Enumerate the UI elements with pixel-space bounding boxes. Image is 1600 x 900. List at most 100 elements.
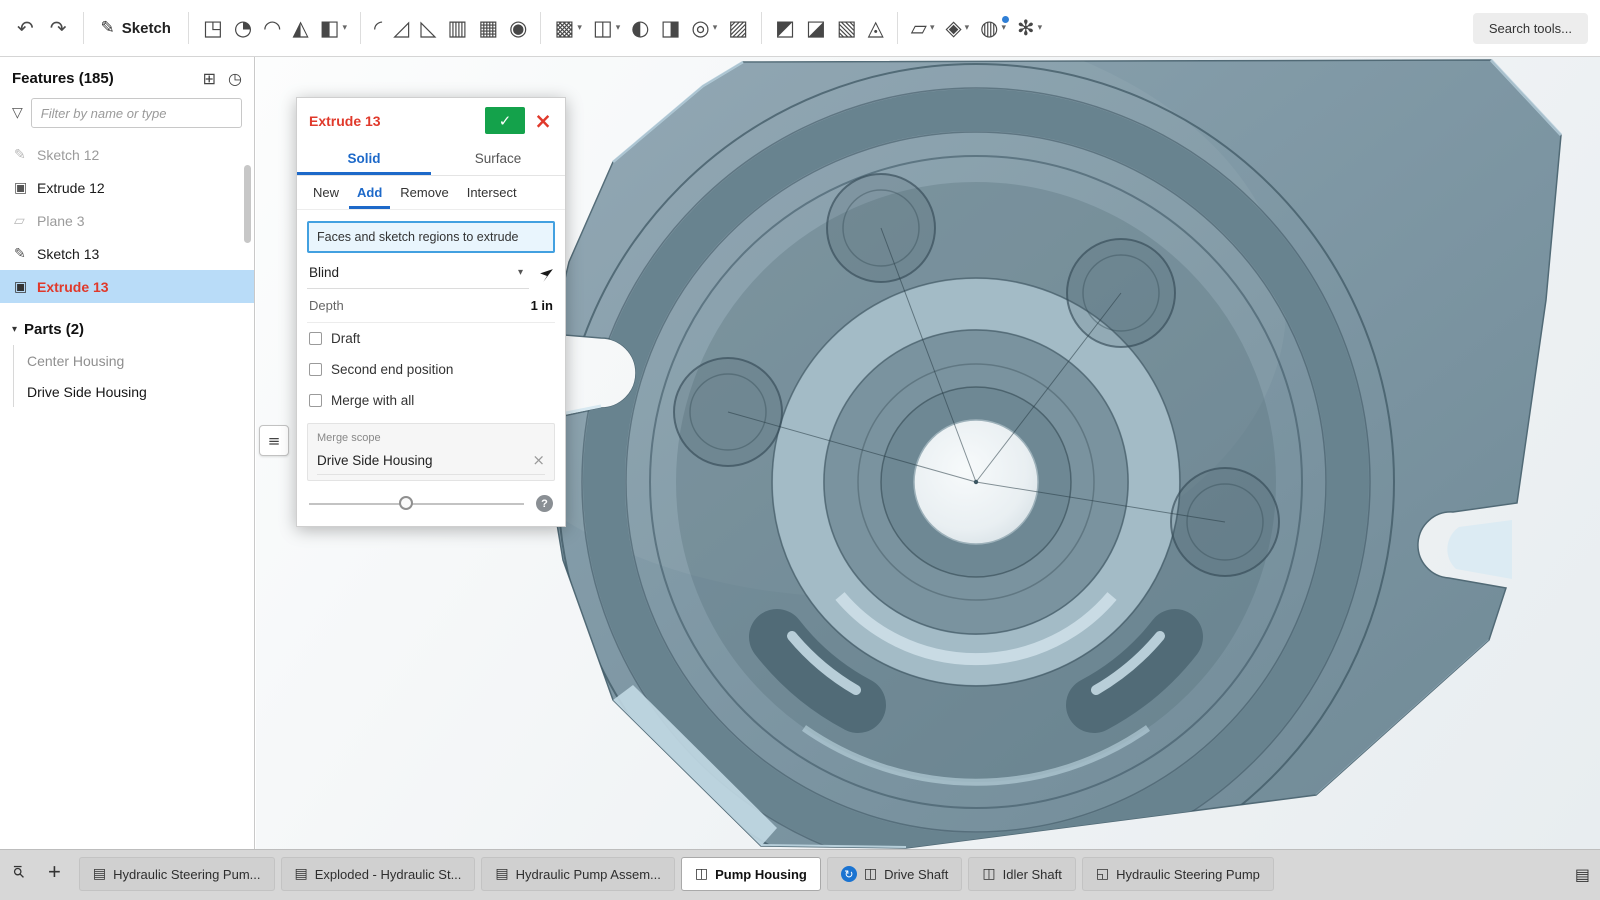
feature-list-toggle-button[interactable]: ≡: [259, 425, 289, 456]
checkbox-icon[interactable]: [309, 363, 322, 376]
thicken-button[interactable]: ◧▾: [315, 15, 352, 42]
offset-surface-button[interactable]: ▧: [832, 15, 862, 42]
fillet-button[interactable]: ◜: [369, 15, 387, 42]
boundary-surface-button[interactable]: ◬: [863, 15, 889, 42]
tab-label: Idler Shaft: [1003, 867, 1062, 882]
tab-overflow-icon[interactable]: ▤: [1573, 857, 1592, 884]
merge-scope-value: Drive Side Housing: [317, 453, 433, 468]
replace-face-button[interactable]: ◪: [801, 15, 831, 42]
rollback-history-icon[interactable]: ◷: [228, 71, 242, 87]
hole-button[interactable]: ◉: [504, 15, 532, 42]
selection-arrow-icon[interactable]: [538, 267, 555, 284]
part-item-label: Drive Side Housing: [27, 384, 147, 400]
sketch-button[interactable]: ✎ Sketch: [93, 14, 179, 42]
undo-button[interactable]: ↶: [10, 12, 41, 44]
composite-part-button[interactable]: ◈▾: [940, 15, 974, 42]
linear-pattern-button[interactable]: ▩▾: [549, 15, 586, 42]
slider-knob[interactable]: [399, 496, 413, 510]
redo-button[interactable]: ↷: [43, 12, 74, 44]
insert-feature-icon[interactable]: ⊞: [203, 71, 216, 87]
document-tab[interactable]: ▤Hydraulic Steering Pum...: [79, 857, 275, 891]
features-panel-title: Features (185): [12, 70, 191, 87]
composite-part-icon: ◈: [945, 18, 961, 39]
boolean-icon: ◐: [631, 18, 649, 39]
delete-face-button[interactable]: ▨: [723, 15, 753, 42]
feature-item[interactable]: ✎Sketch 13: [0, 237, 254, 270]
faces-selection-field[interactable]: Faces and sketch regions to extrude: [307, 221, 555, 253]
caret-down-icon: ▾: [518, 267, 527, 278]
tab-label: Drive Shaft: [884, 867, 948, 882]
help-icon[interactable]: ?: [536, 495, 553, 512]
parts-section-header[interactable]: ▾ Parts (2): [0, 303, 254, 345]
sheet-metal-button[interactable]: ◍▾: [975, 15, 1011, 42]
split-button[interactable]: ◨: [656, 15, 686, 42]
sketch-button-label: Sketch: [122, 20, 171, 37]
remove-selection-icon[interactable]: ×: [532, 451, 545, 469]
chamfer-button[interactable]: ◿: [388, 15, 414, 42]
checkbox-icon[interactable]: [309, 332, 322, 345]
rib-icon: ▥: [447, 18, 467, 39]
plane-button[interactable]: ▱▾: [906, 15, 940, 42]
feature-item[interactable]: ▣Extrude 13: [0, 270, 254, 303]
move-face-button[interactable]: ◩: [770, 15, 800, 42]
close-icon[interactable]: ×: [529, 107, 557, 134]
document-tab[interactable]: ◫Idler Shaft: [968, 857, 1076, 891]
revolve-button[interactable]: ◔: [229, 15, 257, 42]
part-studio-icon: ◫: [864, 866, 877, 882]
checkbox-icon[interactable]: [309, 394, 322, 407]
preview-slider[interactable]: [309, 503, 524, 505]
document-tab[interactable]: ▤Hydraulic Pump Assem...: [481, 857, 674, 891]
tab-surface[interactable]: Surface: [431, 142, 565, 175]
document-tab[interactable]: ↻ ◫ Drive Shaft: [827, 857, 963, 891]
tab-solid[interactable]: Solid: [297, 142, 431, 175]
filter-icon[interactable]: ▽: [12, 105, 23, 121]
custom-feature-button[interactable]: ✻▾: [1012, 15, 1047, 42]
feature-list: ✎Sketch 12▣Extrude 12▱Plane 3✎Sketch 13▣…: [0, 138, 254, 303]
op-add[interactable]: Add: [349, 176, 390, 209]
document-tab[interactable]: ◱Hydraulic Steering Pump: [1082, 857, 1274, 891]
feature-filter-input[interactable]: [31, 98, 242, 128]
feature-item[interactable]: ▱Plane 3: [0, 204, 254, 237]
rib-button[interactable]: ▥: [442, 15, 472, 42]
draft-checkbox-row[interactable]: Draft: [307, 323, 555, 354]
scrollbar-thumb[interactable]: [244, 165, 251, 243]
sketch-icon: ✎: [14, 147, 37, 163]
part-item[interactable]: Drive Side Housing: [14, 376, 254, 407]
assembly-icon: ◱: [1096, 866, 1109, 882]
caret-down-icon: ▾: [342, 23, 347, 33]
add-tab-button[interactable]: +: [36, 857, 73, 885]
confirm-button[interactable]: ✓: [485, 107, 525, 134]
op-intersect[interactable]: Intersect: [459, 176, 525, 209]
notification-badge: [1001, 15, 1010, 24]
sweep-button[interactable]: ◠: [258, 15, 286, 42]
tab-manager-icon[interactable]: [8, 857, 30, 879]
document-tab[interactable]: ▤Exploded - Hydraulic St...: [281, 857, 476, 891]
draft-button[interactable]: ◺: [415, 15, 441, 42]
depth-value-input[interactable]: 1 in: [531, 298, 553, 313]
merge-all-checkbox-row[interactable]: Merge with all: [307, 385, 555, 416]
plane-icon: ▱: [911, 18, 927, 39]
part-item[interactable]: Center Housing: [14, 345, 254, 376]
document-tab[interactable]: ◫Pump Housing: [681, 857, 821, 891]
revolve-icon: ◔: [234, 18, 252, 39]
transform-button[interactable]: ◎▾: [686, 15, 722, 42]
feature-item[interactable]: ✎Sketch 12: [0, 138, 254, 171]
update-available-icon: ↻: [841, 866, 857, 882]
loft-button[interactable]: ◭: [287, 15, 313, 42]
search-tools-input[interactable]: Search tools...: [1473, 13, 1588, 44]
shell-button[interactable]: ▦: [473, 15, 503, 42]
fillet-icon: ◜: [374, 18, 382, 39]
caret-down-icon: ▾: [965, 23, 970, 33]
feature-item[interactable]: ▣Extrude 12: [0, 171, 254, 204]
op-new[interactable]: New: [305, 176, 347, 209]
draft-icon: ◺: [420, 18, 436, 39]
second-end-checkbox-row[interactable]: Second end position: [307, 354, 555, 385]
mirror-button[interactable]: ◫▾: [588, 15, 625, 42]
caret-down-icon: ▾: [930, 23, 935, 33]
op-remove[interactable]: Remove: [392, 176, 456, 209]
end-type-dropdown[interactable]: Blind ▾: [307, 261, 529, 289]
feature-item-label: Plane 3: [37, 213, 84, 229]
extrude-button[interactable]: ◳: [198, 15, 228, 42]
boolean-button[interactable]: ◐: [626, 15, 654, 42]
toolbar-divider: [540, 12, 541, 44]
